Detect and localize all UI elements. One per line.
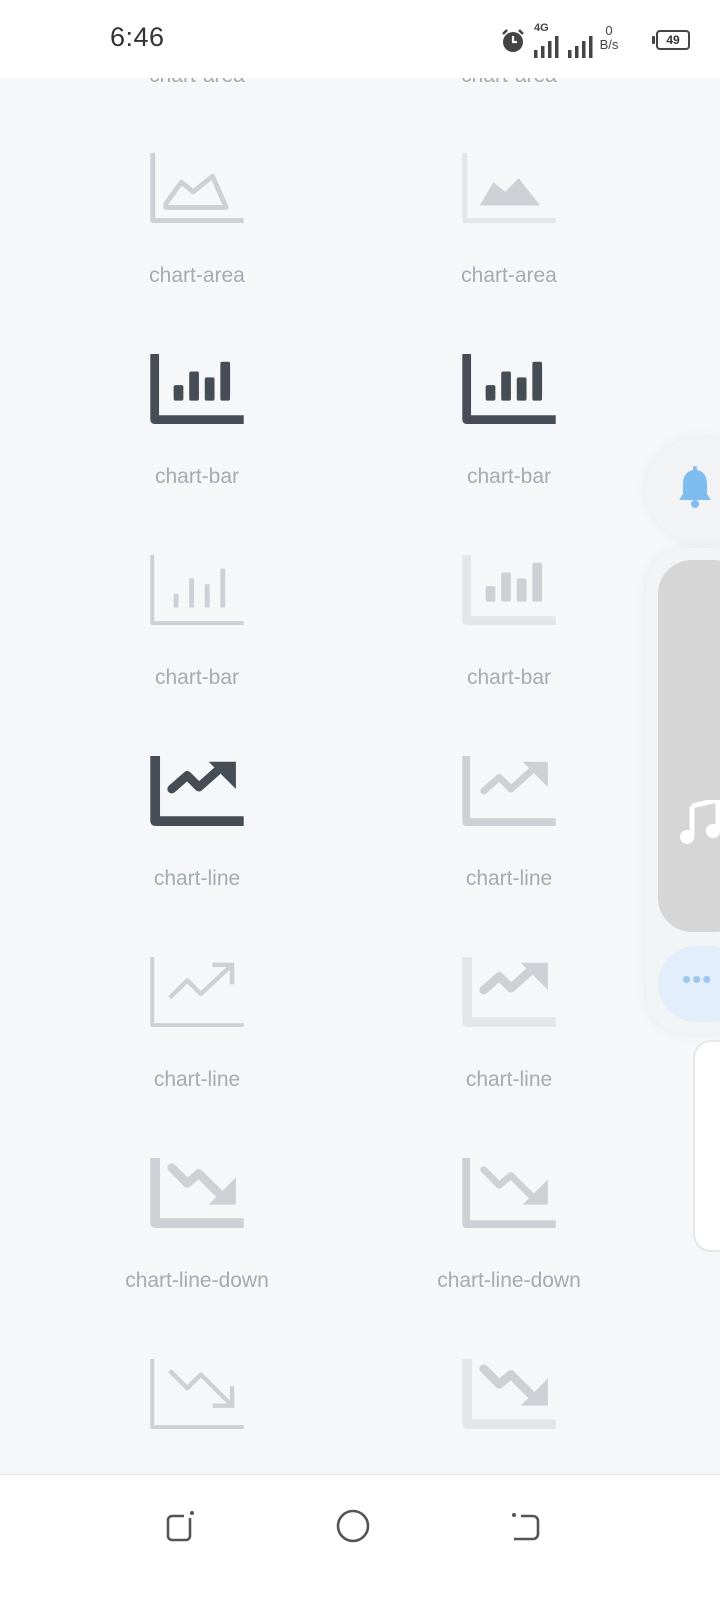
icon-label: chart-bar [154, 465, 240, 488]
chart-line-down-thin-icon [150, 1358, 244, 1430]
icon-grid-item[interactable]: chart-bar [77, 353, 317, 489]
chart-line-down-duotone-icon [462, 1358, 556, 1430]
bell-icon [679, 466, 711, 508]
grid-item-label: chart-area [77, 78, 317, 88]
network-type-label: 4G [534, 22, 549, 34]
recent-apps-icon[interactable] [160, 1506, 200, 1546]
status-bar: 6:46 4G 0 B/s 49 [0, 0, 720, 78]
icon-grid-item[interactable]: chart-line [77, 755, 317, 891]
edge-card[interactable] [693, 1040, 720, 1252]
chart-area-outline-icon [150, 152, 244, 224]
icon-grid-item[interactable] [77, 1358, 317, 1430]
icon-label: chart-area [461, 264, 557, 287]
alarm-icon [502, 29, 524, 52]
chart-line-duotone-icon [462, 956, 556, 1028]
icon-label: chart-line [465, 1068, 553, 1091]
more-dots-icon: ••• [682, 964, 713, 994]
more-button[interactable]: ••• [658, 946, 720, 1022]
music-widget[interactable] [658, 560, 720, 932]
icon-grid-item[interactable]: chart-bar [77, 554, 317, 690]
signal-icon [534, 36, 593, 58]
chart-bar-duotone-icon [462, 554, 556, 626]
battery-icon: 49 [652, 30, 690, 50]
icon-label: chart-bar [154, 666, 240, 689]
grid-item-label: chart-area [389, 78, 629, 88]
chart-area-filled-icon [462, 152, 556, 224]
icon-grid-item[interactable]: chart-bar [389, 554, 629, 690]
music-note-icon [680, 800, 720, 844]
icon-grid-item[interactable]: chart-line [389, 755, 629, 891]
icon-grid-item[interactable]: chart-line-down [77, 1157, 317, 1293]
icon-label: chart-line-down [437, 1269, 581, 1292]
floating-side-panel: ••• [646, 548, 720, 1034]
icon-grid-item[interactable]: chart-bar [389, 353, 629, 489]
icon-label: chart-line [153, 1068, 241, 1091]
chart-bar-thin-icon [150, 554, 244, 626]
chart-line-thin-icon [150, 956, 244, 1028]
chart-line-down-solid-icon [150, 1157, 244, 1229]
status-icons: 4G 0 B/s 49 [500, 20, 690, 60]
chart-line-solid-icon [150, 755, 244, 827]
icon-label: chart-line [465, 867, 553, 890]
icon-grid-item[interactable]: chart-area [389, 152, 629, 288]
chart-bar-solid-icon [150, 353, 244, 425]
icon-label: chart-bar [466, 666, 552, 689]
back-icon[interactable] [505, 1506, 545, 1546]
icon-grid-item[interactable]: chart-line [77, 956, 317, 1092]
icon-grid-item[interactable]: chart-area [77, 152, 317, 288]
chart-line-down-regular-icon [462, 1157, 556, 1229]
icon-grid-item[interactable]: chart-line-down [389, 1157, 629, 1293]
home-icon[interactable] [333, 1506, 373, 1546]
icon-grid-item[interactable] [389, 1358, 629, 1430]
icon-grid: chart-area chart-area chart-area chart-ar… [0, 78, 720, 1474]
status-time: 6:46 [110, 22, 165, 52]
icon-label: chart-bar [466, 465, 552, 488]
icon-grid-item[interactable]: chart-line [389, 956, 629, 1092]
icon-label: chart-line-down [125, 1269, 269, 1292]
net-speed: 0 B/s [599, 23, 619, 52]
icon-label: chart-line [153, 867, 241, 890]
icon-label: chart-area [149, 264, 245, 287]
navigation-bar [0, 1474, 720, 1601]
chart-line-regular-icon [462, 755, 556, 827]
chart-bar-solid-icon [462, 353, 556, 425]
